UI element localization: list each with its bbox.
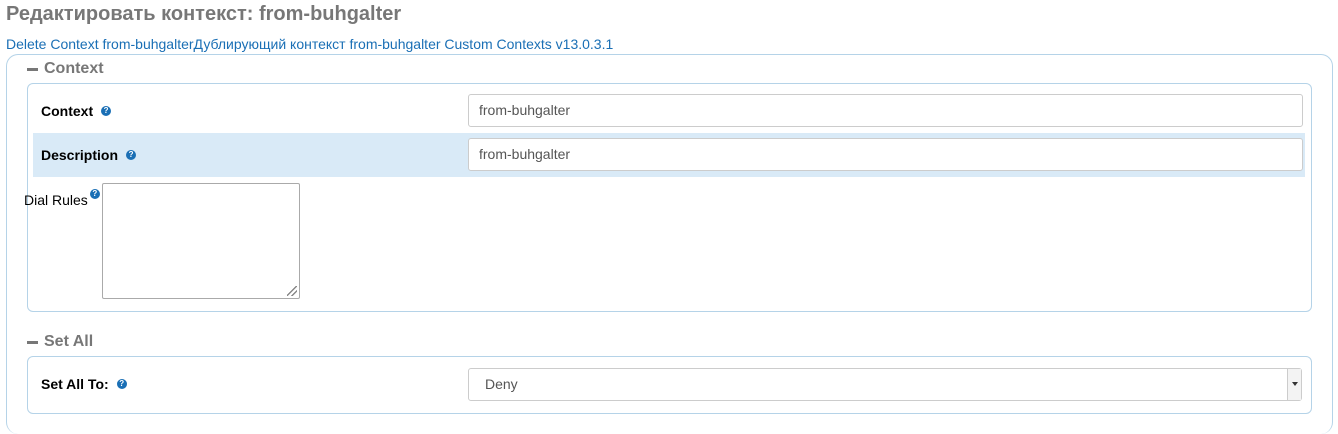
- description-row: Description ? from-buhgalter: [33, 133, 1305, 177]
- context-section-header[interactable]: Context: [27, 59, 104, 79]
- help-icon[interactable]: ?: [89, 189, 100, 199]
- description-input[interactable]: from-buhgalter: [468, 138, 1303, 171]
- set-all-label-wrap: Set All To: ?: [41, 362, 127, 406]
- context-row: Context ? from-buhgalter: [33, 89, 1305, 133]
- context-input[interactable]: from-buhgalter: [468, 94, 1303, 127]
- page-title: Редактировать контекст: from-buhgalter: [6, 3, 402, 25]
- help-icon[interactable]: ?: [126, 150, 137, 160]
- context-label: Context: [41, 103, 94, 119]
- resize-grip-icon[interactable]: [287, 286, 297, 296]
- help-icon[interactable]: ?: [116, 379, 127, 389]
- context-label-wrap: Context ?: [41, 89, 112, 133]
- dial-rules-label: Dial Rules: [24, 192, 88, 208]
- dial-rules-textarea[interactable]: [102, 183, 300, 299]
- description-label-wrap: Description ?: [41, 133, 137, 177]
- duplicate-context-link[interactable]: Дублирующий контекст from-buhgalter: [194, 36, 441, 52]
- set-all-row: Set All To: ? Deny: [33, 362, 1305, 406]
- custom-contexts-link[interactable]: Custom Contexts v13.0.3.1: [444, 36, 613, 52]
- delete-context-link[interactable]: Delete Context from-buhgalter: [6, 36, 194, 52]
- chevron-down-icon[interactable]: [1287, 369, 1301, 400]
- dial-rules-label-wrap: Dial Rules ?: [24, 189, 100, 209]
- set-all-select[interactable]: Deny: [468, 368, 1302, 401]
- set-all-selected-value: Deny: [485, 376, 518, 392]
- collapse-icon[interactable]: [27, 340, 38, 344]
- description-label: Description: [41, 147, 119, 163]
- set-all-section-header[interactable]: Set All: [27, 332, 93, 352]
- context-section-title: Context: [44, 60, 104, 77]
- help-icon[interactable]: ?: [101, 106, 112, 116]
- set-all-label: Set All To:: [41, 376, 109, 392]
- set-all-section-title: Set All: [44, 333, 94, 350]
- action-links: Delete Context from-buhgalterДублирующий…: [6, 36, 613, 53]
- collapse-icon[interactable]: [27, 67, 38, 71]
